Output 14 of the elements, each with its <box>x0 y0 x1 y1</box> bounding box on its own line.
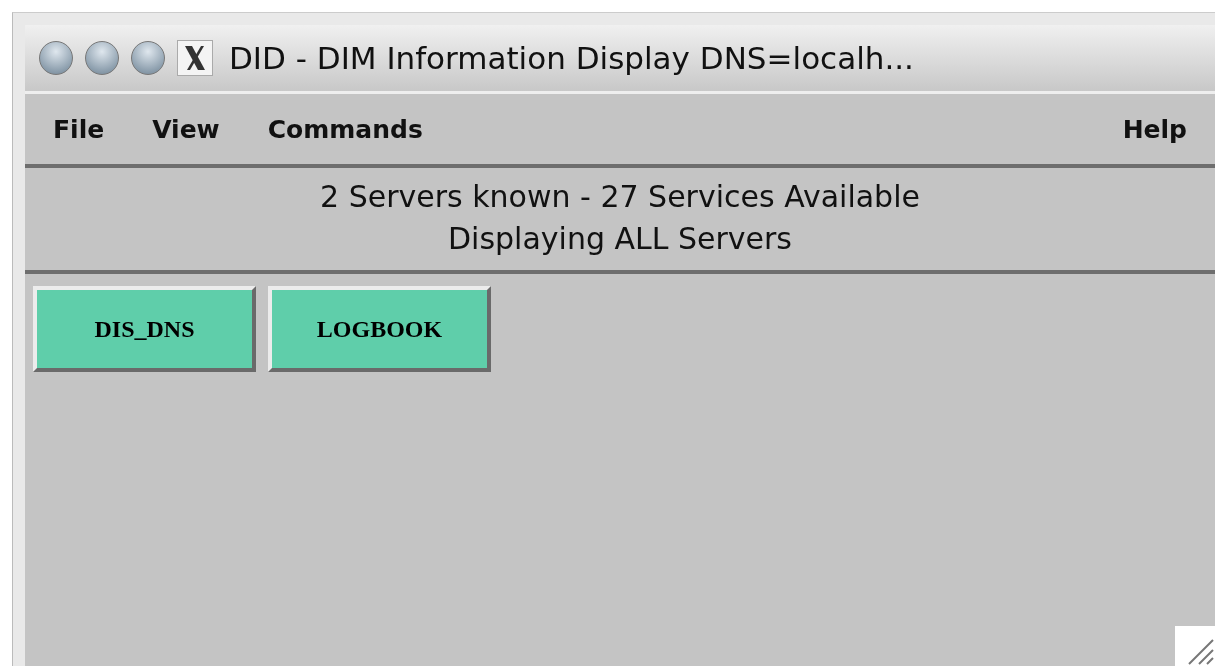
x-logo-icon <box>177 40 213 76</box>
window-control-button[interactable] <box>131 41 165 75</box>
menu-item[interactable]: File <box>53 114 105 144</box>
resize-grip-icon[interactable] <box>1175 626 1215 666</box>
window-title: DID - DIM Information Display DNS=localh... <box>229 40 914 76</box>
window-control-button[interactable] <box>85 41 119 75</box>
server-button[interactable]: DIS_DNS <box>33 286 256 372</box>
status-text: Displaying ALL Servers <box>448 220 792 258</box>
menu-item[interactable]: Commands <box>267 114 423 144</box>
server-button[interactable]: LOGBOOK <box>268 286 491 372</box>
window-control-button[interactable] <box>39 41 73 75</box>
status-text: 2 Servers known - 27 Services Available <box>320 178 920 216</box>
menu-item[interactable]: Help <box>1122 114 1187 144</box>
menu-item[interactable]: View <box>152 114 220 144</box>
